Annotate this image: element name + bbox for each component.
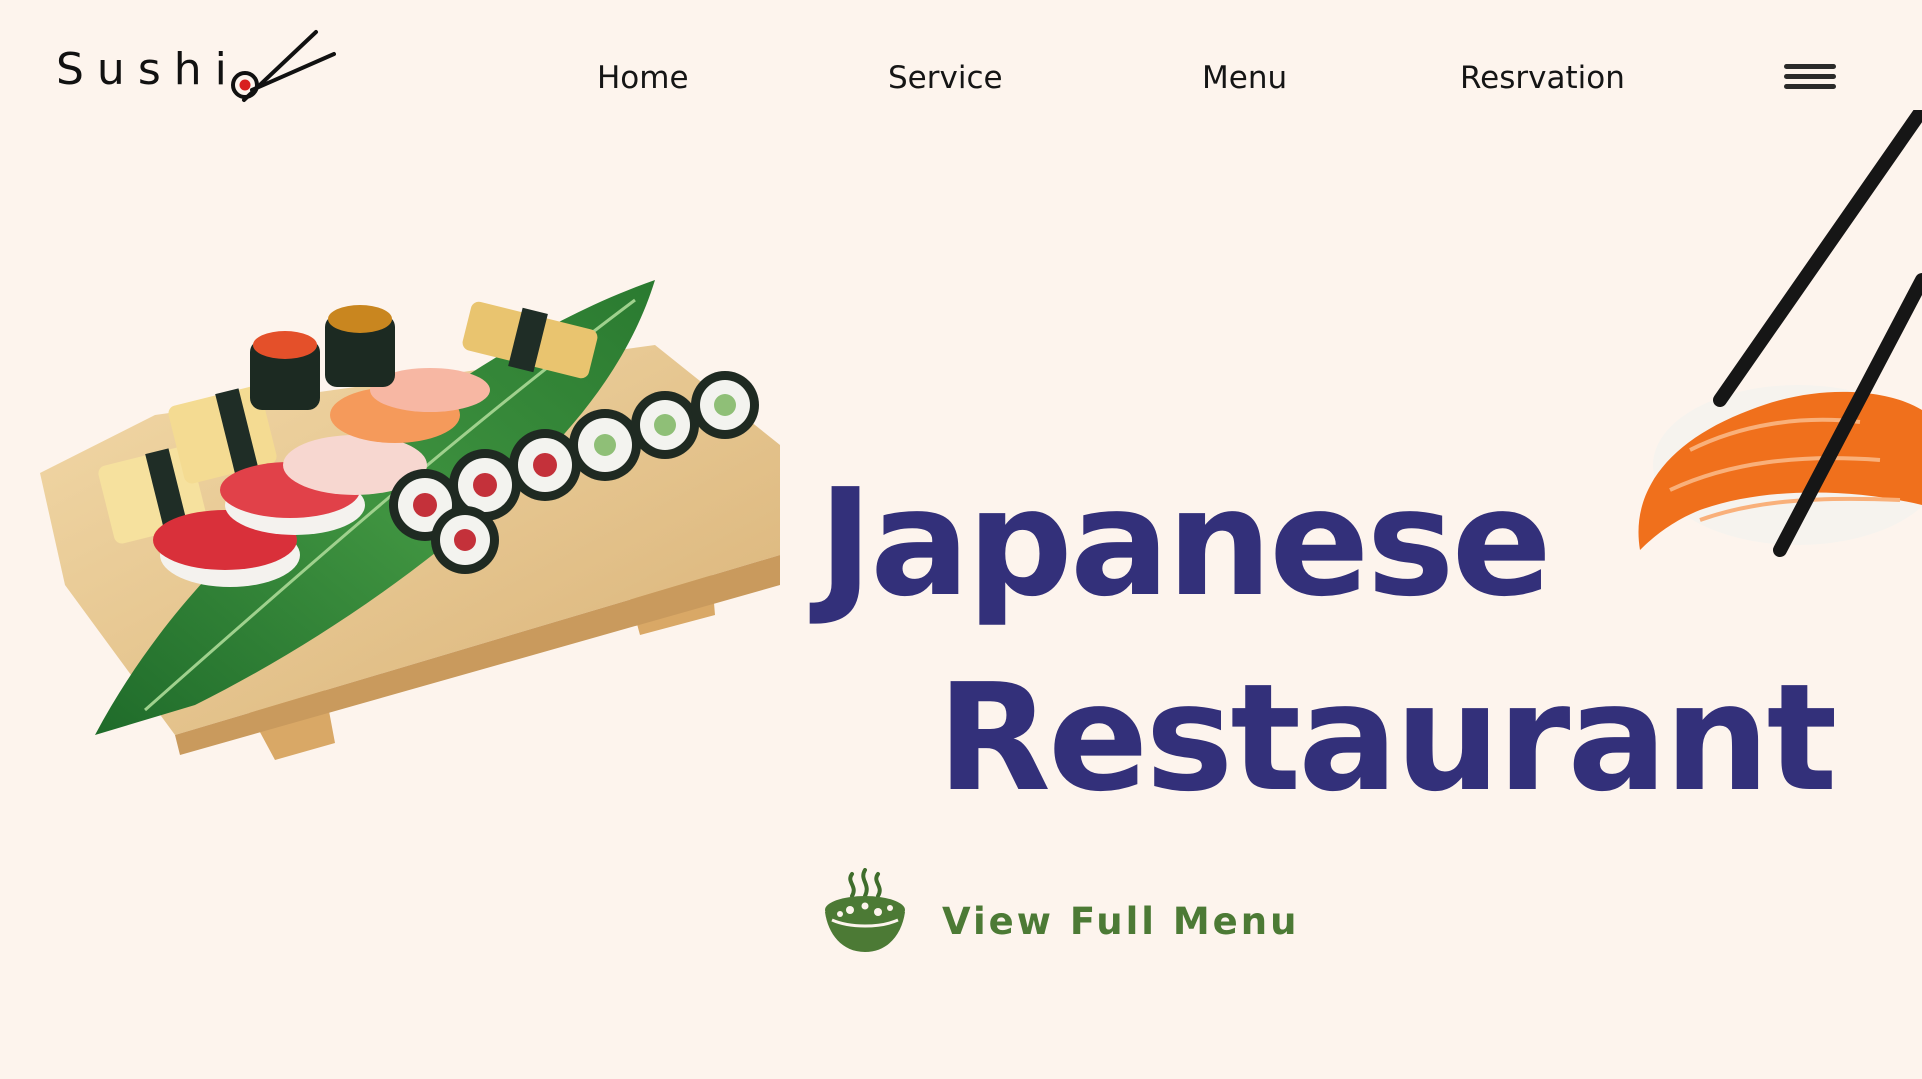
hamburger-line xyxy=(1784,74,1836,79)
main-nav: Home Service Menu Resrvation xyxy=(0,54,1922,104)
view-full-menu-button[interactable]: View Full Menu xyxy=(820,868,1296,968)
hero-title-line-2: Restaurant xyxy=(937,652,1837,825)
nav-item-home[interactable]: Home xyxy=(597,60,689,96)
view-full-menu-label: View Full Menu xyxy=(942,900,1300,943)
hero-title-line-1: Japanese xyxy=(818,457,1552,630)
hamburger-menu-icon[interactable] xyxy=(1784,64,1836,94)
steaming-bowl-icon xyxy=(825,868,905,952)
chopsticks-sushi-image xyxy=(1638,110,1922,557)
nav-item-menu[interactable]: Menu xyxy=(1202,60,1287,96)
hamburger-line xyxy=(1784,64,1836,69)
sushi-platter-image xyxy=(40,280,780,760)
nav-item-reservation[interactable]: Resrvation xyxy=(1460,60,1625,96)
nav-item-service[interactable]: Service xyxy=(888,60,1003,96)
hamburger-line xyxy=(1784,84,1836,89)
